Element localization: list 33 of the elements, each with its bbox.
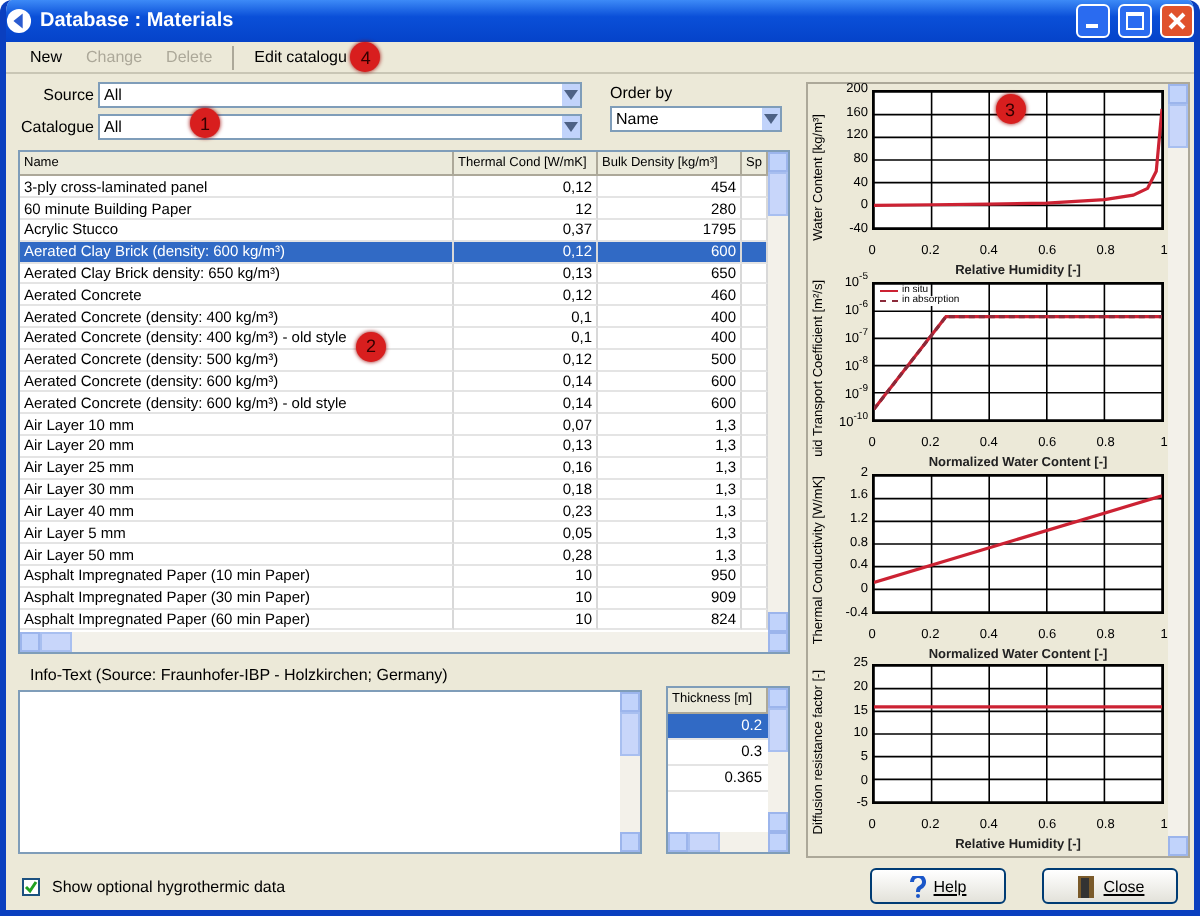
checkbox-label: Show optional hygrothermic data bbox=[52, 877, 288, 895]
help-icon bbox=[909, 875, 926, 897]
field-label: Catalogue bbox=[19, 118, 94, 136]
app-icon bbox=[6, 8, 32, 34]
order-by-dropdown[interactable]: Name bbox=[610, 106, 782, 132]
source-dropdown[interactable]: All bbox=[98, 82, 582, 108]
dropdown-arrow-icon bbox=[764, 114, 778, 124]
help-button[interactable]: Help bbox=[870, 868, 1006, 904]
window-title: Database : Materials bbox=[40, 10, 236, 32]
vertical-scrollbar[interactable] bbox=[768, 687, 788, 832]
horizontal-scrollbar[interactable] bbox=[668, 832, 788, 852]
menu-item[interactable]: New bbox=[18, 48, 75, 66]
callout-marker: 4 bbox=[350, 42, 381, 72]
door-icon bbox=[1075, 874, 1096, 898]
info-label: Info-Text (Source: Fraunhofer-IBP - Holzkirchen; Germany) bbox=[28, 665, 450, 683]
field-label: Source bbox=[41, 86, 94, 104]
field-label: Order by bbox=[610, 84, 675, 102]
close-icon bbox=[1168, 12, 1186, 30]
minimize-button[interactable] bbox=[1076, 4, 1110, 38]
vertical-scrollbar[interactable] bbox=[620, 691, 640, 852]
close-button[interactable]: Close bbox=[1042, 868, 1178, 904]
vertical-scrollbar[interactable] bbox=[768, 151, 788, 631]
horizontal-scrollbar[interactable] bbox=[20, 631, 788, 651]
callout-marker: 2 bbox=[356, 331, 386, 361]
info-text-area[interactable] bbox=[18, 689, 642, 854]
close-button[interactable] bbox=[1160, 4, 1194, 38]
checkbox[interactable] bbox=[22, 877, 40, 895]
dropdown-arrow-icon bbox=[564, 90, 578, 100]
dropdown-arrow-icon bbox=[564, 122, 578, 132]
maximize-button[interactable] bbox=[1118, 4, 1152, 38]
callout-marker: 1 bbox=[190, 108, 220, 138]
vertical-scrollbar[interactable] bbox=[1168, 84, 1188, 856]
maximize-icon bbox=[1126, 12, 1144, 30]
